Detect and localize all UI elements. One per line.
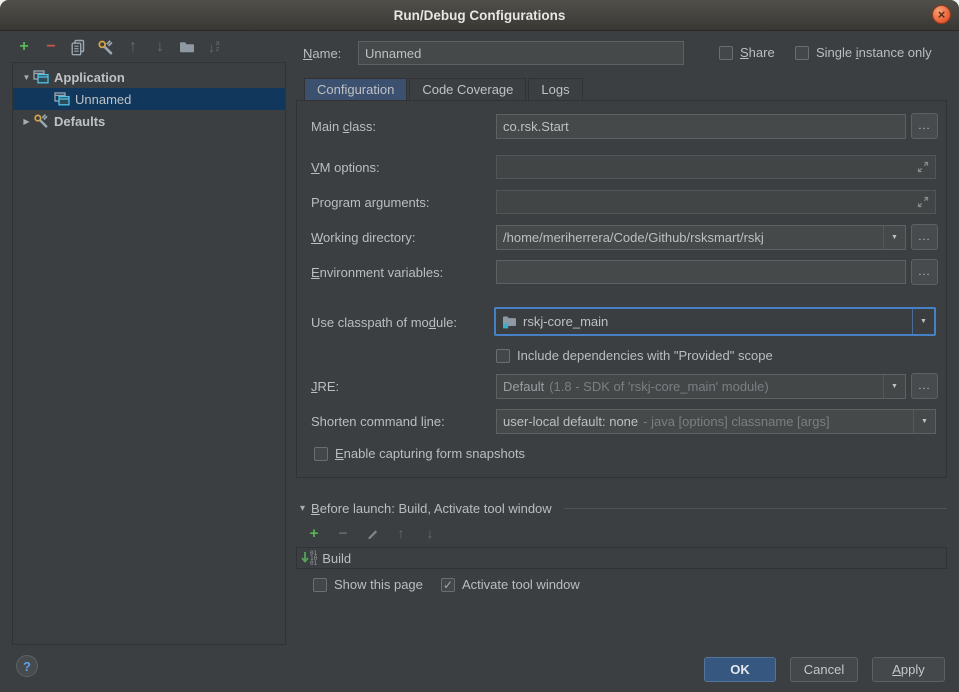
collapse-arrow-icon[interactable]: ▾	[300, 503, 305, 514]
shorten-command-line-label: Shorten command line:	[311, 414, 445, 429]
share-label: Share	[740, 45, 775, 60]
activate-tool-window-checkbox[interactable]: ✓	[441, 578, 455, 592]
move-task-down-button[interactable]: ↓	[422, 524, 438, 542]
dropdown-arrow-icon[interactable]: ▼	[912, 309, 934, 334]
vm-options-input[interactable]	[496, 155, 936, 179]
main-class-label: Main class:	[311, 119, 376, 134]
dropdown-arrow-icon[interactable]: ▼	[883, 226, 905, 249]
apply-button[interactable]: Apply	[872, 657, 945, 682]
settings-tabs: Configuration Code Coverage Logs	[304, 78, 585, 100]
working-directory-label: Working directory:	[311, 230, 416, 245]
dropdown-arrow-icon[interactable]: ▼	[883, 375, 905, 398]
expand-field-icon[interactable]	[917, 196, 929, 208]
tab-logs[interactable]: Logs	[528, 78, 582, 100]
wrench-icon	[97, 39, 114, 56]
include-provided-checkbox[interactable]	[496, 349, 510, 363]
folder-icon	[179, 40, 195, 54]
application-icon	[54, 92, 70, 106]
main-class-browse-button[interactable]: ...	[911, 113, 938, 139]
tree-item-label: Defaults	[54, 114, 105, 129]
program-arguments-input[interactable]	[496, 190, 936, 214]
checkmark-icon: ✓	[443, 579, 453, 591]
form-snapshots-label: Enable capturing form snapshots	[335, 446, 525, 461]
name-input[interactable]: Unnamed	[358, 41, 684, 65]
main-class-input[interactable]: co.rsk.Start	[496, 114, 906, 139]
use-classpath-label: Use classpath of module:	[311, 315, 457, 330]
add-configuration-button[interactable]: +	[16, 38, 32, 56]
configuration-panel: Main class: co.rsk.Start ... VM options:…	[296, 100, 947, 478]
wrench-icon	[33, 113, 49, 129]
task-row-build[interactable]: 01 10 01 Build	[297, 548, 946, 568]
before-launch-task-list: 01 10 01 Build	[296, 547, 947, 569]
environment-variables-browse-button[interactable]: ...	[911, 259, 938, 285]
remove-task-button[interactable]: −	[335, 524, 351, 542]
sort-alphabetically-button[interactable]: ↓ a z	[206, 38, 222, 56]
before-launch-toolbar: + − ↑ ↓	[306, 524, 438, 542]
ok-button[interactable]: OK	[704, 657, 776, 682]
jre-label: JRE:	[311, 379, 339, 394]
task-label: Build	[322, 551, 351, 566]
tree-item-label: Application	[54, 70, 125, 85]
form-snapshots-checkbox[interactable]	[314, 447, 328, 461]
module-icon	[502, 315, 517, 329]
application-icon	[33, 70, 49, 84]
close-button[interactable]: ×	[932, 5, 951, 24]
build-icon	[301, 551, 309, 565]
working-directory-browse-button[interactable]: ...	[911, 224, 938, 250]
cancel-button[interactable]: Cancel	[790, 657, 858, 682]
chevron-expanded-icon[interactable]: ▼	[20, 73, 33, 82]
tree-item-defaults[interactable]: ▶ Defaults	[13, 110, 285, 132]
expand-field-icon[interactable]	[917, 161, 929, 173]
copy-icon	[70, 39, 86, 56]
help-button[interactable]: ?	[16, 655, 38, 677]
chevron-collapsed-icon[interactable]: ▶	[20, 117, 33, 126]
pencil-icon	[366, 527, 379, 540]
close-icon: ×	[938, 8, 946, 21]
move-down-button[interactable]: ↓	[152, 38, 168, 56]
copy-configuration-button[interactable]	[70, 38, 86, 56]
before-launch-title: Before launch: Build, Activate tool wind…	[311, 501, 552, 516]
sort-arrow-icon: ↓	[208, 41, 215, 54]
name-label: Name:	[303, 46, 341, 61]
titlebar: Run/Debug Configurations ×	[0, 0, 959, 31]
environment-variables-label: Environment variables:	[311, 265, 443, 280]
shorten-command-line-combobox[interactable]: user-local default: none - java [options…	[496, 409, 936, 434]
use-classpath-combobox[interactable]: rskj-core_main ▼	[494, 307, 936, 336]
dropdown-arrow-icon[interactable]: ▼	[913, 410, 935, 433]
tab-configuration[interactable]: Configuration	[304, 78, 407, 100]
move-up-button[interactable]: ↑	[125, 38, 141, 56]
working-directory-combobox[interactable]: /home/meriherrera/Code/Github/rsksmart/r…	[496, 225, 906, 250]
environment-variables-input[interactable]	[496, 260, 906, 284]
before-launch-header: ▾ Before launch: Build, Activate tool wi…	[300, 501, 947, 516]
question-icon: ?	[23, 659, 31, 674]
configurations-tree: ▼ Application Unnamed	[12, 62, 286, 645]
add-task-button[interactable]: +	[306, 524, 322, 542]
tree-item-unnamed[interactable]: Unnamed	[13, 88, 285, 110]
edit-defaults-button[interactable]	[97, 38, 114, 56]
configurations-toolbar: + − ↑ ↓ ↓ a z	[16, 37, 222, 57]
program-arguments-label: Program arguments:	[311, 195, 430, 210]
tab-code-coverage[interactable]: Code Coverage	[409, 78, 526, 100]
activate-tool-window-label: Activate tool window	[462, 577, 580, 592]
single-instance-checkbox[interactable]	[795, 46, 809, 60]
edit-task-button[interactable]	[364, 524, 380, 542]
move-task-up-button[interactable]: ↑	[393, 524, 409, 542]
include-provided-label: Include dependencies with "Provided" sco…	[517, 348, 773, 363]
tree-item-label: Unnamed	[75, 92, 131, 107]
new-folder-button[interactable]	[179, 38, 195, 56]
run-debug-configurations-dialog: Run/Debug Configurations × + − ↑ ↓	[0, 0, 959, 692]
jre-combobox[interactable]: Default (1.8 - SDK of 'rskj-core_main' m…	[496, 374, 906, 399]
tree-item-application[interactable]: ▼ Application	[13, 66, 285, 88]
vm-options-label: VM options:	[311, 160, 380, 175]
show-this-page-checkbox[interactable]	[313, 578, 327, 592]
show-this-page-label: Show this page	[334, 577, 423, 592]
window-title: Run/Debug Configurations	[394, 8, 566, 23]
separator-line	[564, 508, 947, 509]
single-instance-label: Single instance only	[816, 45, 932, 60]
jre-browse-button[interactable]: ...	[911, 373, 938, 399]
remove-configuration-button[interactable]: −	[43, 38, 59, 56]
share-checkbox[interactable]	[719, 46, 733, 60]
